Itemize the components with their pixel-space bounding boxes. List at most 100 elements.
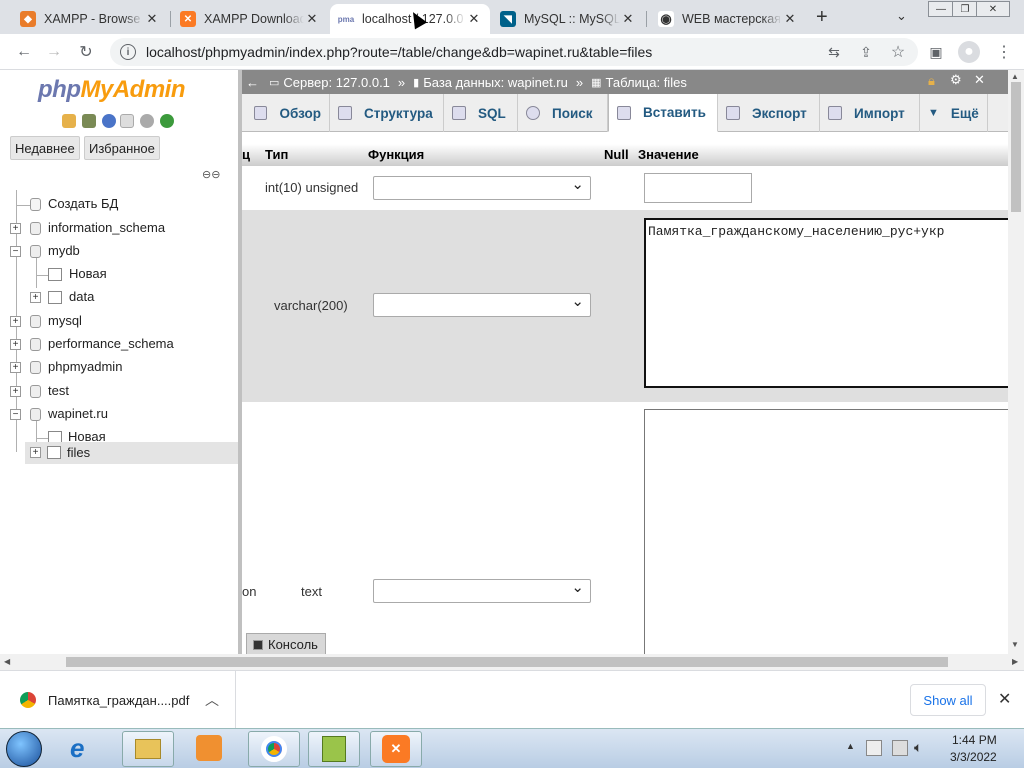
arrow-left-icon[interactable]: ← [246,75,259,90]
tree-item-test[interactable]: + test [10,383,230,401]
breadcrumb-server[interactable]: Сервер: 127.0.0.1 [283,75,390,90]
tree-item-data[interactable]: + data [30,289,220,307]
help-icon[interactable] [102,114,116,128]
network-warning-icon[interactable] [866,740,882,756]
tree-item-mydb[interactable]: − mydb [10,243,230,261]
browser-tab[interactable]: ◆ XAMPP - Browse ✕ [12,4,168,34]
expand-icon[interactable]: + [10,223,21,234]
notepad-taskbar-button[interactable] [308,731,360,767]
translate-icon[interactable]: ⇆ [824,42,844,62]
chevron-up-icon[interactable]: ︿ [205,690,219,710]
tree-item-files[interactable]: + files [25,442,238,464]
recent-button[interactable]: Недавнее [10,136,80,160]
share-icon[interactable]: ⇪ [856,42,876,62]
start-button-icon[interactable] [6,731,42,767]
function-select[interactable] [373,175,591,200]
scroll-up-icon[interactable]: ▲ [1011,72,1019,81]
tab-search-chevron-icon[interactable]: ⌄ [896,8,907,24]
scroll-down-icon[interactable]: ▼ [1011,640,1019,649]
link-icon[interactable]: ⊖⊖ [202,168,220,181]
internet-explorer-icon[interactable]: e [70,733,84,764]
tab-insert[interactable]: Вставить [608,94,718,132]
collapse-x-icon[interactable]: ✕ [974,72,985,88]
menu-kebab-icon[interactable]: ⋮ [994,42,1014,62]
address-bar[interactable]: i localhost/phpmyadmin/index.php?route=/… [110,38,918,66]
download-item[interactable]: Памятка_граждан....pdf ︿ [0,671,236,729]
close-icon[interactable]: ✕ [782,11,798,27]
minimize-icon[interactable]: — [928,1,954,17]
tree-item-wapinet[interactable]: − wapinet.ru [10,406,230,424]
collapse-icon[interactable]: − [10,246,21,257]
lock-icon[interactable]: 🔒︎ [928,73,935,89]
docs-icon[interactable] [120,114,134,128]
tree-item-phpmyadmin[interactable]: + phpmyadmin [10,359,230,377]
value-input[interactable] [644,173,752,203]
tree-item-create-db[interactable]: Создать БД [16,196,236,214]
show-all-button[interactable]: Show all [910,684,986,716]
maximize-icon[interactable]: ❐ [952,1,978,17]
tab-search[interactable]: Поиск [518,94,608,132]
phpmyadmin-logo[interactable]: phpMyAdmin [38,76,185,104]
side-panel-icon[interactable]: ▣ [926,42,946,62]
volume-icon[interactable]: 🔈︎ [914,739,922,756]
tree-item-performance_schema[interactable]: + performance_schema [10,336,230,354]
function-select[interactable] [373,292,591,317]
close-icon[interactable]: ✕ [144,11,160,27]
tree-item-mydb-new[interactable]: Новая [36,266,226,284]
expand-icon[interactable]: + [10,386,21,397]
back-icon[interactable]: ← [14,42,34,62]
breadcrumb-database[interactable]: База данных: wapinet.ru [423,75,568,90]
forward-icon[interactable]: → [44,42,64,62]
value-textarea[interactable]: Памятка_гражданскому_населению_рус+укр [644,218,1008,388]
action-center-icon[interactable] [892,740,908,756]
expand-icon[interactable]: + [30,447,41,458]
logout-icon[interactable] [82,114,96,128]
gear-icon[interactable]: ⚙ [950,72,962,88]
tab-more[interactable]: ▼ Ещё [920,94,988,132]
site-info-icon[interactable]: i [120,44,136,60]
tree-item-mysql[interactable]: + mysql [10,313,230,331]
collapse-icon[interactable]: − [10,409,21,420]
scroll-right-icon[interactable]: ▶ [1012,657,1018,666]
settings-gear-icon[interactable] [140,114,154,128]
home-icon[interactable] [62,114,76,128]
reload-icon[interactable]: ↻ [76,42,96,62]
tab-sql[interactable]: SQL [444,94,518,132]
browser-tab[interactable]: ✕ XAMPP Download ✕ [172,4,328,34]
browser-tab[interactable]: ◉ WEB мастерская ✕ [650,4,806,34]
value-textarea[interactable] [644,409,1008,654]
close-icon[interactable]: ✕ [620,11,636,27]
tree-item-information_schema[interactable]: + information_schema [10,220,230,238]
function-select[interactable] [373,578,591,603]
expand-icon[interactable]: + [10,339,21,350]
media-player-icon[interactable] [196,735,222,761]
tab-browse[interactable]: Обзор [246,94,330,132]
new-tab-icon[interactable]: + [816,6,828,29]
close-icon[interactable]: ✕ [304,11,320,27]
expand-icon[interactable]: + [30,292,41,303]
tab-export[interactable]: Экспорт [718,94,820,132]
tray-expand-icon[interactable]: ▲ [846,741,855,751]
horizontal-scroll-thumb[interactable] [66,657,948,667]
scroll-left-icon[interactable]: ◀ [4,657,10,666]
reload-nav-icon[interactable] [160,114,174,128]
expand-icon[interactable]: + [10,316,21,327]
chrome-taskbar-button[interactable] [248,731,300,767]
tab-structure[interactable]: Структура [330,94,444,132]
bookmark-star-icon[interactable]: ☆ [888,42,908,62]
console-toggle[interactable]: Консоль [246,633,326,654]
close-icon[interactable]: ✕ [466,11,482,27]
favorites-button[interactable]: Избранное [84,136,160,160]
vertical-scroll-thumb[interactable] [1011,82,1021,212]
xampp-taskbar-button[interactable]: ✕ [370,731,422,767]
clock-date[interactable]: 3/3/2022 [950,750,997,764]
explorer-taskbar-button[interactable] [122,731,174,767]
clock-time[interactable]: 1:44 PM [952,733,997,747]
tab-import[interactable]: Импорт [820,94,920,132]
close-download-bar-icon[interactable]: ✕ [998,689,1011,709]
browser-tab[interactable]: ◥ MySQL :: MySQL ✕ [492,4,644,34]
breadcrumb-table[interactable]: Таблица: files [606,75,687,90]
profile-avatar-icon[interactable]: ● [958,41,980,63]
window-close-icon[interactable]: ✕ [976,1,1010,17]
expand-icon[interactable]: + [10,362,21,373]
